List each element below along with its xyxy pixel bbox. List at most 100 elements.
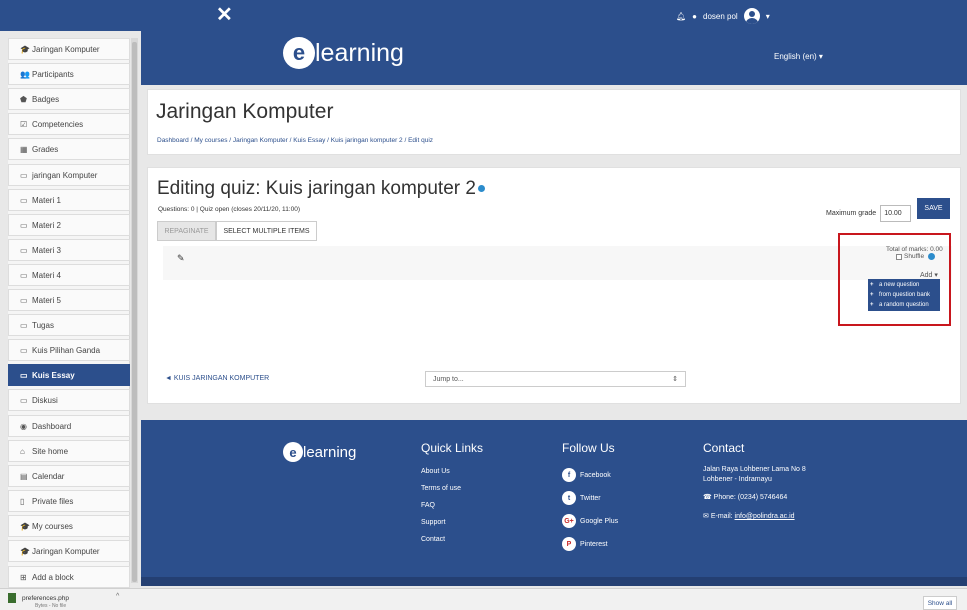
sidebar-item[interactable]: 👥 Participants bbox=[8, 63, 130, 85]
sidebar-item-label: Dashboard bbox=[32, 421, 72, 431]
graduation-cap-icon: 🎓 bbox=[20, 521, 30, 531]
sidebar-item-label: jaringan Komputer bbox=[32, 170, 98, 180]
sidebar-item[interactable]: ☑ Competencies bbox=[8, 113, 130, 135]
download-file-status: Bytes - No file bbox=[35, 603, 67, 609]
quiz-title-text: Editing quiz: Kuis jaringan komputer 2 bbox=[157, 178, 476, 199]
sidebar-item-label: Kuis Essay bbox=[32, 370, 75, 380]
phone-text: Phone: (0234) 5746464 bbox=[713, 494, 788, 501]
folder-icon: ▭ bbox=[20, 220, 28, 230]
sidebar-item[interactable]: ▭ Diskusi bbox=[8, 389, 130, 411]
follow-us-title: Follow Us bbox=[562, 441, 615, 455]
sidebar-item[interactable]: ⊞ Add a block bbox=[8, 566, 130, 588]
sidebar-item[interactable]: ▭ Materi 4 bbox=[8, 264, 130, 286]
logo-word: learning bbox=[315, 38, 404, 67]
dashboard-icon: ◉ bbox=[20, 421, 27, 431]
show-all-button[interactable]: Show all bbox=[923, 596, 957, 610]
repaginate-button[interactable]: REPAGINATE bbox=[157, 221, 216, 241]
select-caret-icon: ⇕ bbox=[672, 376, 678, 383]
sidebar-item[interactable]: ◉ Dashboard bbox=[8, 415, 130, 437]
sidebar-item[interactable]: ▭ Kuis Essay bbox=[8, 364, 130, 386]
sidebar-item[interactable]: ▭ Materi 3 bbox=[8, 239, 130, 261]
jump-to-select[interactable]: Jump to... ⇕ bbox=[425, 371, 686, 387]
social-link[interactable]: t Twitter bbox=[562, 491, 601, 505]
sidebar-item-label: Private files bbox=[32, 496, 74, 506]
email: ✉ E-mail: info@polindra.ac.id bbox=[703, 512, 795, 520]
folder-icon: ▭ bbox=[20, 370, 28, 380]
page-title: Jaringan Komputer bbox=[156, 100, 334, 123]
max-grade-group: Maximum grade 10.00 bbox=[826, 205, 912, 222]
messages-icon[interactable]: ● bbox=[692, 12, 697, 21]
sidebar-item[interactable]: ▭ Kuis Pilihan Ganda bbox=[8, 339, 130, 361]
select-multiple-button[interactable]: SELECT MULTIPLE ITEMS bbox=[216, 221, 317, 241]
sidebar-item-label: Jaringan Komputer bbox=[32, 44, 100, 54]
sidebar-item[interactable]: ▤ Calendar bbox=[8, 465, 130, 487]
email-link[interactable]: info@polindra.ac.id bbox=[735, 513, 795, 520]
elearning-logo[interactable]: e learning bbox=[283, 37, 404, 69]
scrollbar-thumb[interactable] bbox=[132, 42, 137, 582]
footer-logo[interactable]: e learning bbox=[283, 442, 356, 462]
language-selector[interactable]: English (en) ▾ bbox=[774, 52, 823, 61]
site-footer: e learning Quick Links About Us Terms of … bbox=[141, 420, 967, 586]
sidebar-item-label: Materi 5 bbox=[32, 295, 61, 305]
help-icon[interactable] bbox=[477, 185, 485, 193]
download-menu-caret-icon[interactable]: ^ bbox=[116, 593, 119, 600]
address-line-1: Jalan Raya Lohbener Lama No 8 bbox=[703, 466, 806, 473]
footer-quick-link[interactable]: Terms of use bbox=[421, 485, 461, 492]
folder-icon: ▭ bbox=[20, 345, 28, 355]
sidebar-item[interactable]: 🎓 Jaringan Komputer bbox=[8, 540, 130, 562]
notification-bell-icon[interactable]: 🔔︎ bbox=[676, 12, 686, 21]
social-link-label: Facebook bbox=[580, 471, 611, 479]
footer-quick-link[interactable]: Contact bbox=[421, 536, 445, 543]
user-menu-caret-icon[interactable]: ▾ bbox=[766, 12, 770, 21]
sidebar-item[interactable]: 🎓 Jaringan Komputer bbox=[8, 38, 130, 60]
sidebar-item[interactable]: 🎓 My courses bbox=[8, 515, 130, 537]
sidebar-item-label: Add a block bbox=[32, 572, 74, 582]
footer-quick-link[interactable]: FAQ bbox=[421, 502, 435, 509]
save-button[interactable]: SAVE bbox=[917, 198, 950, 219]
folder-icon: ▭ bbox=[20, 195, 28, 205]
sidebar-item-label: Site home bbox=[32, 446, 69, 456]
logo-e-icon: e bbox=[283, 37, 315, 69]
footer-quick-link[interactable]: Support bbox=[421, 519, 446, 526]
social-link-label: Google Plus bbox=[580, 517, 619, 525]
sidebar-item-label: Participants bbox=[32, 69, 74, 79]
breadcrumb[interactable]: Dashboard / My courses / Jaringan Komput… bbox=[157, 137, 433, 144]
sidebar-scrollbar[interactable] bbox=[131, 38, 138, 583]
email-label: E-mail: bbox=[710, 513, 733, 520]
download-item[interactable]: preferences.php bbox=[8, 593, 69, 603]
download-bar: preferences.php Bytes - No file ^ bbox=[0, 588, 967, 610]
sidebar-item[interactable]: ⬟ Badges bbox=[8, 88, 130, 110]
phone: ☎ Phone: (0234) 5746464 bbox=[703, 493, 787, 501]
check-square-icon: ☑ bbox=[20, 119, 28, 129]
user-name[interactable]: dosen pol bbox=[703, 12, 738, 21]
close-drawer-icon[interactable]: ✕ bbox=[216, 4, 233, 26]
shield-icon: ⬟ bbox=[20, 94, 27, 104]
avatar[interactable] bbox=[743, 8, 760, 24]
sidebar-item[interactable]: ▭ Materi 2 bbox=[8, 214, 130, 236]
sidebar-item-label: Grades bbox=[32, 144, 59, 154]
max-grade-label: Maximum grade bbox=[826, 210, 877, 217]
sidebar-item[interactable]: ▯ Private files bbox=[8, 490, 130, 512]
previous-activity-link[interactable]: ◄ KUIS JARINGAN KOMPUTER bbox=[165, 375, 269, 382]
sidebar-item[interactable]: ▦ Grades bbox=[8, 138, 130, 160]
sidebar-item[interactable]: ▭ Materi 5 bbox=[8, 289, 130, 311]
highlight-box bbox=[838, 233, 951, 326]
phone-icon: ☎ bbox=[703, 494, 714, 501]
sidebar-item[interactable]: ▭ Materi 1 bbox=[8, 189, 130, 211]
sidebar-item[interactable]: ⌂ Site home bbox=[8, 440, 130, 462]
facebook-icon: f bbox=[562, 468, 576, 482]
social-link[interactable]: P Pinterest bbox=[562, 537, 608, 551]
edit-pencil-icon[interactable]: ✎ bbox=[177, 253, 185, 264]
social-link[interactable]: G+ Google Plus bbox=[562, 514, 618, 528]
quick-links-title: Quick Links bbox=[421, 441, 484, 455]
max-grade-input[interactable]: 10.00 bbox=[880, 205, 912, 222]
footer-quick-link[interactable]: About Us bbox=[421, 468, 450, 475]
sidebar-item[interactable]: ▭ Tugas bbox=[8, 314, 130, 336]
folder-icon: ▭ bbox=[20, 245, 28, 255]
graduation-cap-icon: 🎓 bbox=[20, 44, 30, 54]
address-line-2: Lohbener - Indramayu bbox=[703, 476, 772, 483]
social-link[interactable]: f Facebook bbox=[562, 468, 611, 482]
sidebar-item[interactable]: ▭ jaringan Komputer bbox=[8, 164, 130, 186]
quiz-section bbox=[163, 246, 952, 280]
course-sidebar: 🎓 Jaringan Komputer 👥 Participants ⬟ Badges ☑ C… bbox=[8, 38, 130, 598]
